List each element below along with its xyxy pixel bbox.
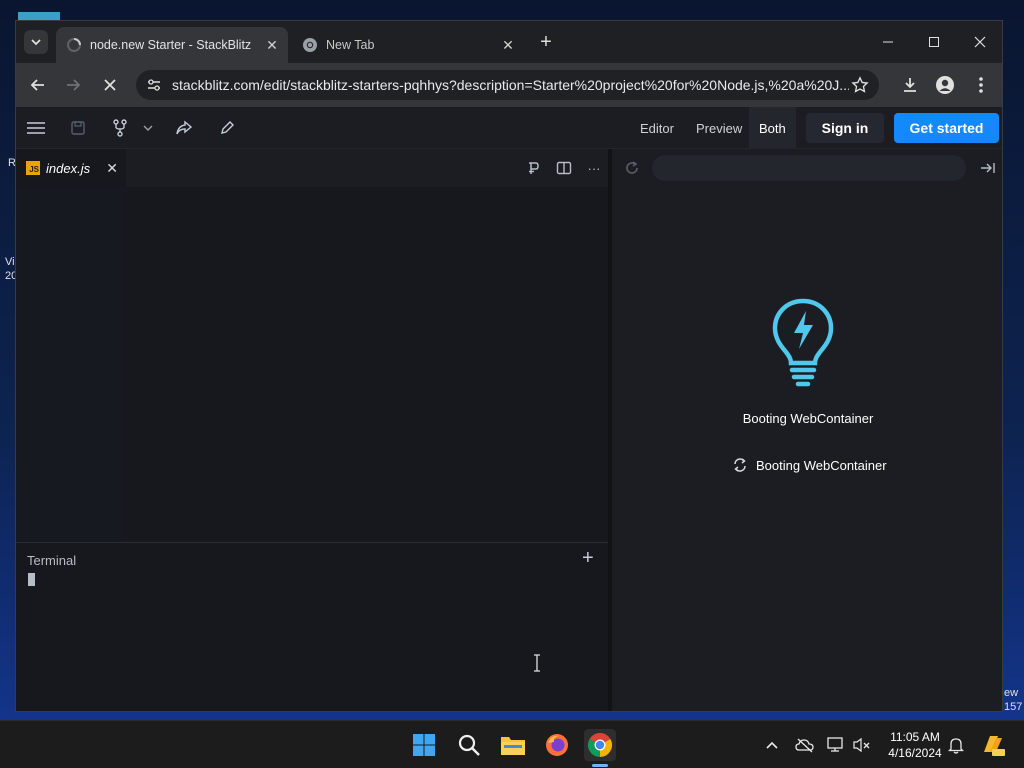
maximize-icon (929, 37, 939, 47)
volume-muted-icon[interactable] (852, 735, 872, 755)
refresh-icon[interactable] (622, 158, 642, 178)
save-icon[interactable] (67, 117, 89, 139)
edit-pencil-icon[interactable] (216, 117, 238, 139)
tab-strip: node.new Starter - StackBlitz ✕ New Tab … (16, 21, 1002, 63)
bookmark-star-icon[interactable] (849, 74, 871, 96)
notification-bell-icon[interactable] (946, 735, 966, 755)
code-editor[interactable] (16, 187, 608, 542)
more-horizontal-icon[interactable]: ··· (584, 158, 604, 178)
new-tab-button[interactable]: + (536, 31, 556, 53)
tab-stackblitz[interactable]: node.new Starter - StackBlitz ✕ (56, 27, 288, 63)
collapse-panel-icon[interactable] (978, 158, 998, 178)
boot-title: Booting WebContainer (742, 411, 874, 426)
view-editor-button[interactable]: Editor (630, 107, 684, 149)
close-file-icon[interactable]: ✕ (106, 160, 118, 177)
clock-date: 4/16/2024 (888, 746, 942, 760)
close-icon (104, 79, 116, 91)
avatar-icon (936, 76, 954, 94)
boot-status: Booting WebContainer (732, 457, 887, 473)
browser-window: node.new Starter - StackBlitz ✕ New Tab … (15, 20, 1003, 712)
text-cursor-icon (534, 654, 540, 672)
loading-spinner-icon (67, 38, 81, 52)
arrow-right-icon (67, 79, 81, 91)
fork-icon[interactable] (109, 117, 131, 139)
url-text: stackblitz.com/edit/stackblitz-starters-… (172, 77, 849, 93)
sign-in-button[interactable]: Sign in (806, 113, 884, 143)
taskbar: 11:05 AM 4/16/2024 (0, 720, 1024, 768)
display-icon[interactable] (826, 735, 846, 755)
editor-gutter (16, 187, 126, 542)
forward-button[interactable] (61, 73, 85, 97)
maximize-button[interactable] (911, 29, 957, 55)
split-editor-icon[interactable] (554, 158, 574, 178)
copilot-preview-icon[interactable] (980, 732, 1006, 758)
desktop-text-fragment: ew (1004, 687, 1019, 699)
tab-title: New Tab (326, 38, 375, 52)
stop-loading-button[interactable] (98, 73, 122, 97)
share-icon[interactable] (173, 117, 195, 139)
terminal-panel[interactable]: Terminal + (16, 542, 608, 711)
format-icon[interactable] (523, 158, 543, 178)
chevron-down-icon[interactable] (137, 117, 159, 139)
file-explorer-icon[interactable] (497, 729, 529, 761)
browser-toolbar: stackblitz.com/edit/stackblitz-starters-… (16, 63, 1002, 107)
stackblitz-header: Editor Preview Both Sign in Get started (16, 107, 1002, 149)
add-terminal-icon[interactable]: + (582, 547, 594, 570)
address-bar[interactable]: stackblitz.com/edit/stackblitz-starters-… (136, 70, 879, 100)
tab-search-button[interactable] (24, 30, 48, 54)
clock-time: 11:05 AM (890, 730, 940, 744)
chevron-up-icon[interactable] (762, 735, 782, 755)
tab-title: node.new Starter - StackBlitz (90, 38, 252, 52)
get-started-button[interactable]: Get started (894, 113, 999, 143)
back-button[interactable] (26, 73, 50, 97)
close-window-button[interactable] (957, 29, 1002, 55)
minimize-icon (883, 41, 893, 43)
menu-button[interactable] (969, 73, 993, 97)
preview-url-field[interactable] (652, 155, 966, 181)
minimize-button[interactable] (865, 29, 911, 55)
file-tab-index-js[interactable]: JS index.js ✕ (16, 149, 126, 187)
arrow-left-icon (30, 79, 44, 91)
active-app-indicator (592, 764, 608, 767)
start-icon[interactable] (408, 729, 440, 761)
firefox-icon[interactable] (541, 729, 573, 761)
file-tab-label: index.js (46, 160, 91, 176)
tab-new-tab[interactable]: New Tab ✕ (292, 27, 524, 63)
preview-toolbar (612, 149, 1002, 187)
close-icon (974, 36, 986, 48)
hamburger-menu-icon[interactable] (25, 117, 47, 139)
site-info-icon[interactable] (144, 75, 164, 95)
system-clock[interactable]: 11:05 AM 4/16/2024 (880, 729, 950, 761)
downloads-button[interactable] (898, 73, 922, 97)
search-icon[interactable] (453, 729, 485, 761)
lightbulb-bolt-icon (772, 298, 834, 387)
view-both-button[interactable]: Both (749, 107, 796, 149)
download-icon (904, 78, 916, 92)
close-tab-icon[interactable]: ✕ (498, 35, 518, 55)
sync-icon (734, 458, 746, 472)
chevron-down-icon (31, 39, 41, 46)
onedrive-offline-icon[interactable] (795, 735, 815, 755)
close-tab-icon[interactable]: ✕ (262, 35, 282, 55)
terminal-label: Terminal (27, 553, 77, 568)
profile-button[interactable] (933, 73, 957, 97)
chrome-icon (303, 38, 317, 52)
preview-pane: Booting WebContainer Booting WebContaine… (608, 149, 1002, 711)
chrome-icon[interactable] (584, 729, 616, 761)
boot-status-text: Booting WebContainer (756, 457, 887, 473)
editor-pane: JS index.js ✕ ··· (16, 149, 608, 542)
terminal-cursor (28, 573, 35, 586)
view-preview-button[interactable]: Preview (686, 107, 752, 149)
more-vertical-icon (979, 77, 983, 93)
desktop-text-fragment: Vi (5, 256, 15, 268)
editor-tab-bar: JS index.js ✕ ··· (16, 149, 608, 187)
stackblitz-app: Editor Preview Both Sign in Get started … (16, 107, 1002, 711)
javascript-file-icon: JS (26, 161, 40, 175)
desktop-text-fragment: 157 (1004, 701, 1023, 713)
